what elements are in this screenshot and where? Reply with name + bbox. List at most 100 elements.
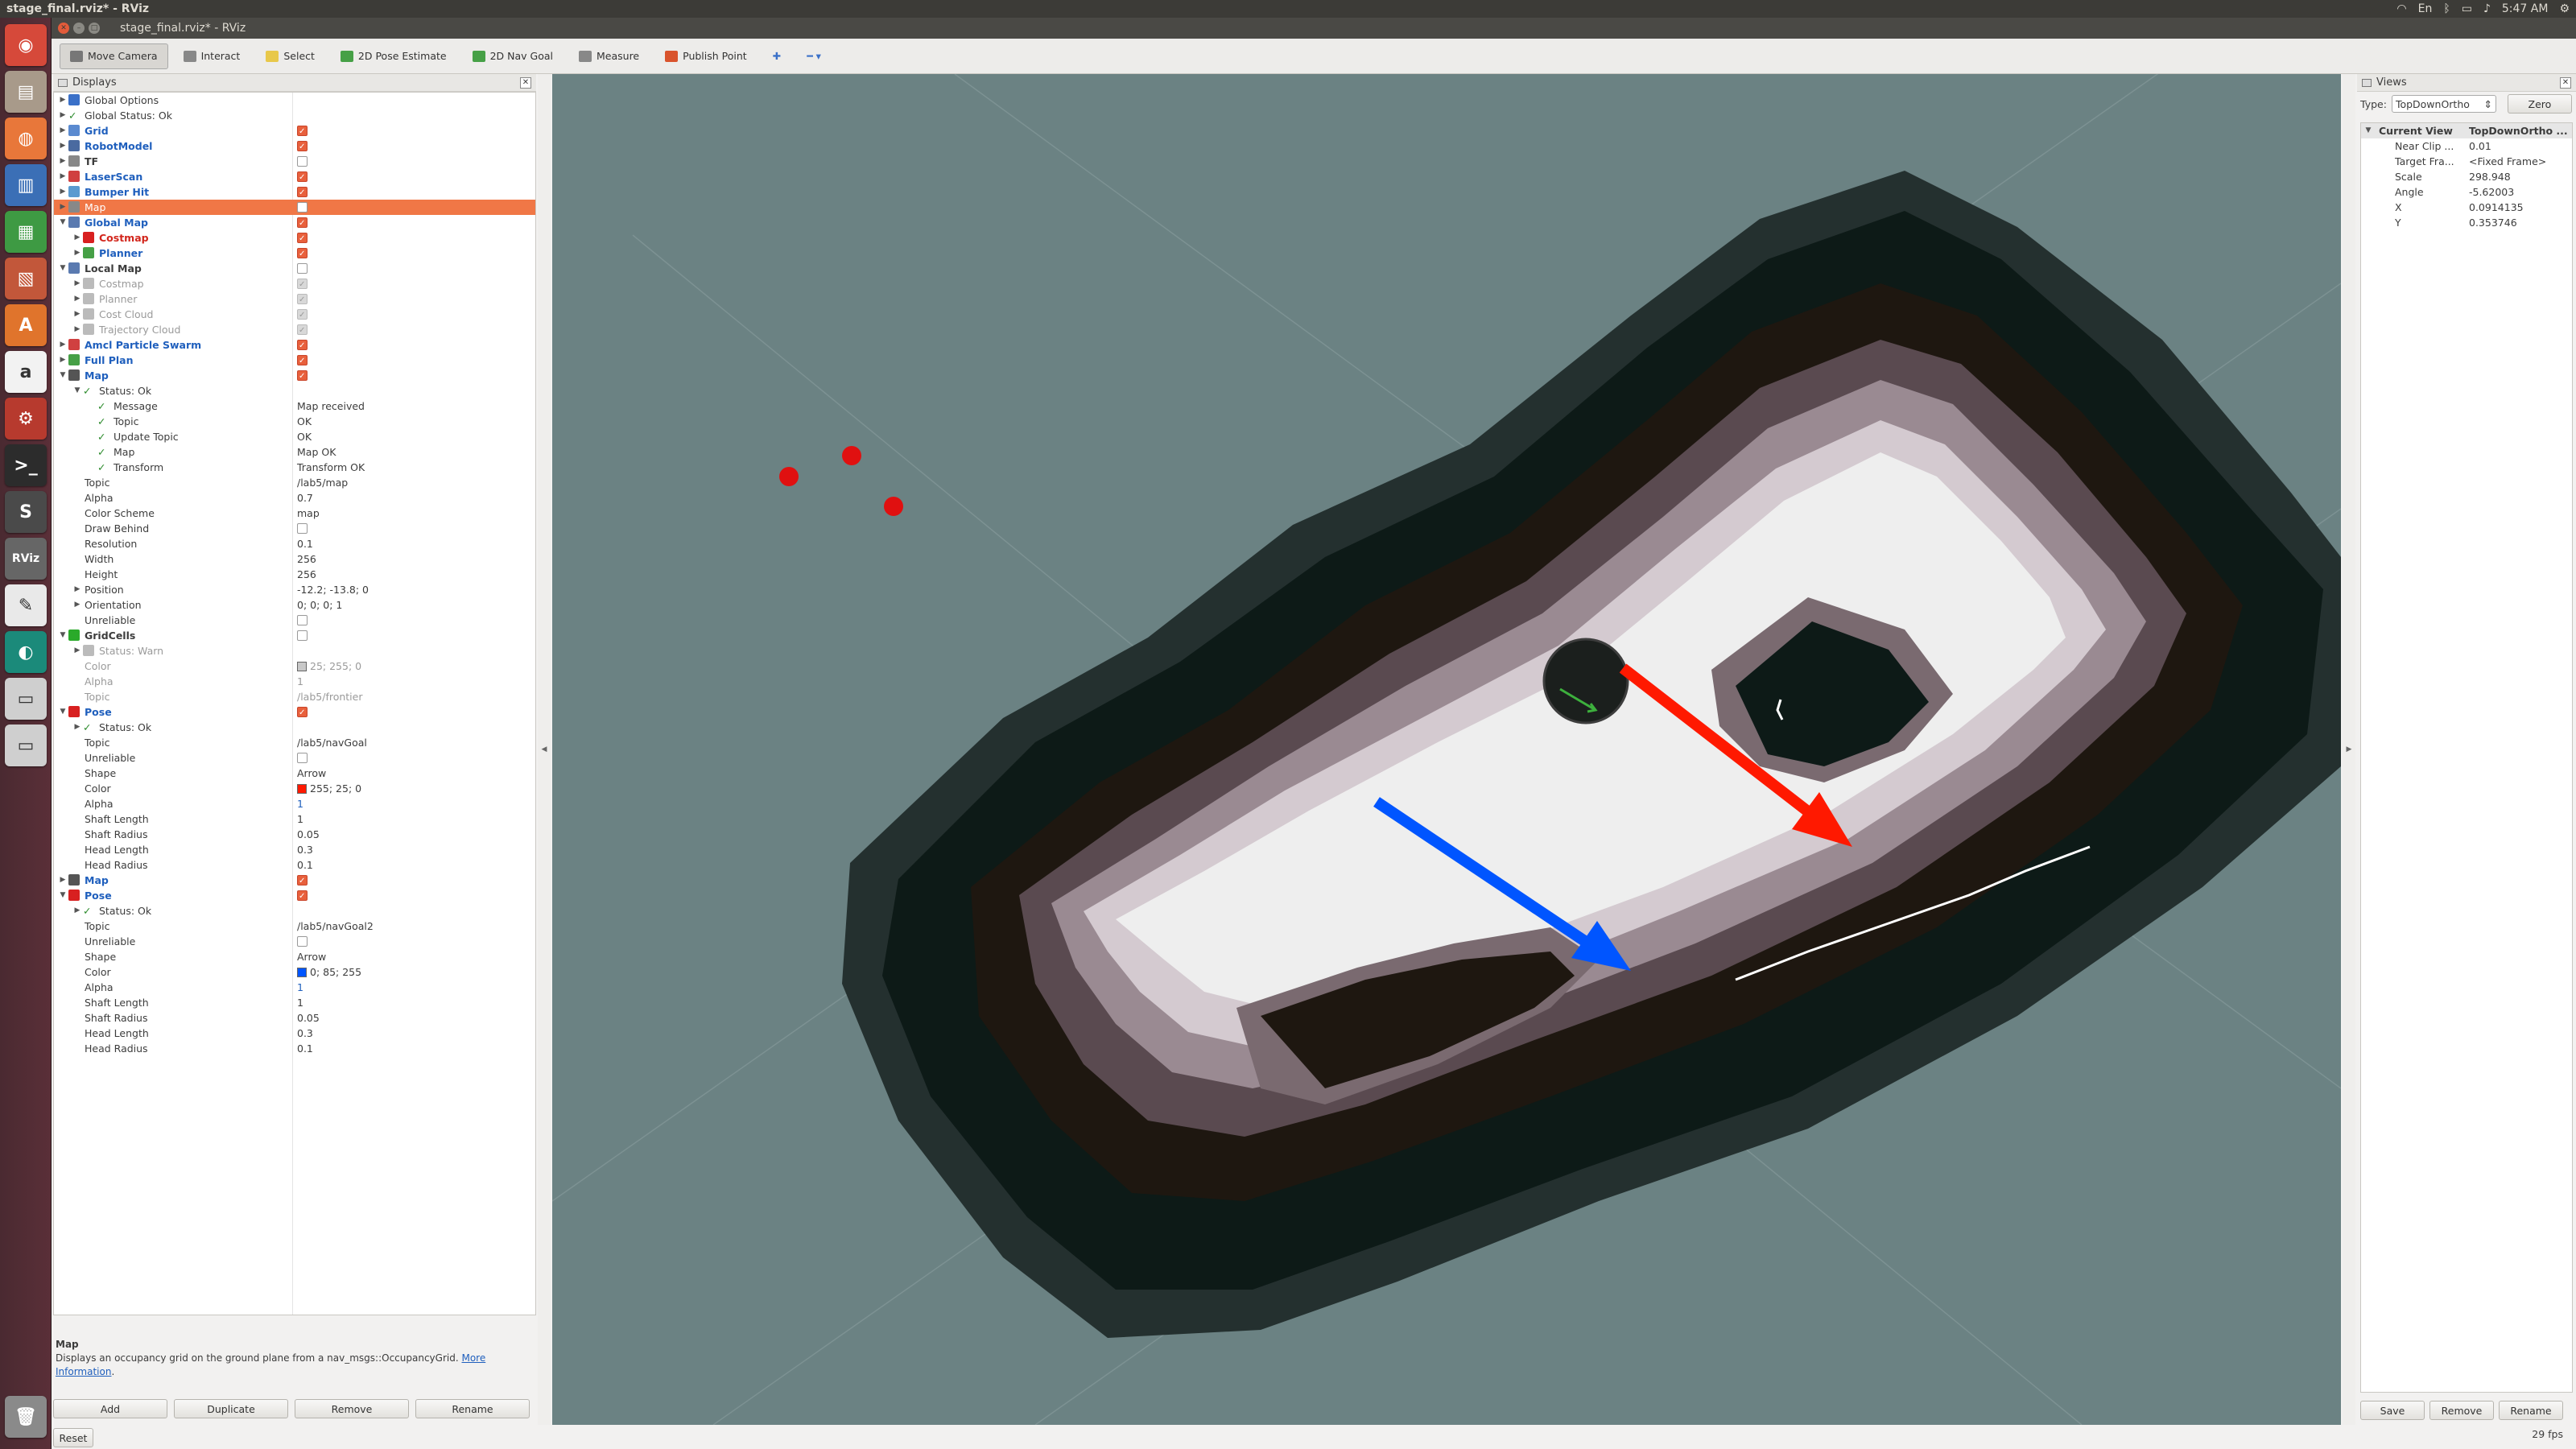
enable-checkbox[interactable] bbox=[297, 216, 308, 231]
enable-checkbox[interactable] bbox=[297, 292, 308, 308]
value-cell[interactable]: 25; 255; 0 bbox=[297, 658, 361, 674]
drive-icon[interactable]: ▭ bbox=[5, 678, 47, 720]
right-splitter[interactable]: ▶ bbox=[2343, 74, 2355, 1425]
save-button[interactable]: Save bbox=[2360, 1401, 2425, 1420]
property-value[interactable]: /lab5/frontier bbox=[297, 691, 362, 703]
display-row[interactable]: Alpha 1 bbox=[54, 674, 535, 689]
enable-checkbox[interactable] bbox=[297, 353, 308, 369]
value-cell[interactable]: /lab5/frontier bbox=[297, 689, 362, 704]
display-row[interactable]: ▼ Local Map bbox=[54, 261, 535, 276]
display-row[interactable]: ▶ TF bbox=[54, 154, 535, 169]
zero-button[interactable]: Zero bbox=[2507, 94, 2572, 114]
interact-tool[interactable]: Interact bbox=[173, 43, 251, 69]
dash-icon[interactable]: ◉ bbox=[5, 24, 47, 66]
enable-checkbox[interactable] bbox=[297, 170, 308, 185]
display-row[interactable]: Topic/lab5/map bbox=[54, 475, 535, 490]
display-row[interactable]: Shaft Radius 0.05 bbox=[54, 827, 535, 842]
value-cell[interactable]: OK bbox=[297, 429, 312, 444]
value-cell[interactable]: 0.1 bbox=[297, 1041, 313, 1056]
expand-arrow-icon[interactable]: ▶ bbox=[73, 291, 81, 307]
display-row[interactable]: ▶ Costmap bbox=[54, 230, 535, 246]
display-row[interactable]: ▼ Pose bbox=[54, 704, 535, 720]
view-property-row[interactable]: Angle -5.62003 bbox=[2361, 184, 2572, 200]
expand-arrow-icon[interactable]: ▶ bbox=[59, 873, 67, 888]
value-cell[interactable]: 0.3 bbox=[297, 1026, 313, 1041]
value-cell[interactable]: Map received bbox=[297, 398, 365, 414]
view-property-row[interactable]: Y 0.353746 bbox=[2361, 215, 2572, 230]
view-property-value[interactable]: 0.01 bbox=[2469, 138, 2491, 154]
collapse-arrow-icon[interactable]: ▼ bbox=[59, 261, 67, 276]
display-row[interactable]: Head Radius 0.1 bbox=[54, 857, 535, 873]
value-cell[interactable]: Arrow bbox=[297, 949, 326, 964]
select-tool[interactable]: Select bbox=[255, 43, 325, 69]
value-cell[interactable]: 0.7 bbox=[297, 490, 313, 506]
value-cell[interactable]: 0.1 bbox=[297, 536, 313, 551]
color-swatch[interactable] bbox=[297, 662, 307, 671]
property-value[interactable]: 0.1 bbox=[297, 538, 313, 550]
property-value[interactable]: map bbox=[297, 507, 320, 519]
color-swatch[interactable] bbox=[297, 784, 307, 794]
display-row[interactable]: Resolution 0.1 bbox=[54, 536, 535, 551]
value-cell[interactable]: 1 bbox=[297, 811, 303, 827]
value-cell[interactable]: OK bbox=[297, 414, 312, 429]
view-property-value[interactable]: 0.0914135 bbox=[2469, 200, 2524, 215]
enable-checkbox[interactable] bbox=[297, 338, 308, 353]
collapse-arrow-icon[interactable]: ▼ bbox=[59, 704, 67, 720]
display-row[interactable]: ▶ ✓ Global Status: Ok bbox=[54, 108, 535, 123]
3d-viewport[interactable] bbox=[552, 74, 2341, 1425]
display-row[interactable]: ✓ Transform Transform OK bbox=[54, 460, 535, 475]
display-row[interactable]: Head Radius 0.1 bbox=[54, 1041, 535, 1056]
minimize-icon[interactable]: – bbox=[73, 23, 85, 34]
display-row[interactable]: ▶ RobotModel bbox=[54, 138, 535, 155]
publish-point-tool[interactable]: Publish Point bbox=[654, 43, 758, 69]
value-cell[interactable]: 0.1 bbox=[297, 857, 313, 873]
display-row[interactable]: Topic/lab5/navGoal bbox=[54, 735, 535, 750]
value-cell[interactable]: 1 bbox=[297, 674, 303, 689]
display-row[interactable]: Height 256 bbox=[54, 567, 535, 582]
display-row[interactable]: Shaft Length 1 bbox=[54, 811, 535, 827]
value-cell[interactable]: Arrow bbox=[297, 766, 326, 781]
expand-arrow-icon[interactable]: ▶ bbox=[73, 643, 81, 658]
keyboard-icon[interactable]: En bbox=[2418, 2, 2433, 15]
expand-arrow-icon[interactable]: ▶ bbox=[73, 903, 81, 919]
views-remove-button[interactable]: Remove bbox=[2429, 1401, 2494, 1420]
calc-icon[interactable]: ▦ bbox=[5, 211, 47, 253]
gear-icon[interactable]: ⚙ bbox=[2559, 2, 2570, 15]
enable-checkbox[interactable] bbox=[297, 889, 308, 904]
view-property-value[interactable]: <Fixed Frame> bbox=[2469, 154, 2546, 169]
expand-arrow-icon[interactable]: ▶ bbox=[73, 582, 81, 597]
collapse-arrow-icon[interactable]: ▼ bbox=[59, 628, 67, 643]
display-row[interactable]: ▶ Planner bbox=[54, 291, 535, 308]
firefox-icon[interactable]: ◍ bbox=[5, 118, 47, 159]
display-row[interactable]: ▶ Orientation 0; 0; 0; 1 bbox=[54, 597, 535, 613]
value-cell[interactable]: 0; 85; 255 bbox=[297, 964, 361, 980]
display-row[interactable]: ✓ Message Map received bbox=[54, 398, 535, 414]
property-value[interactable]: Transform OK bbox=[297, 461, 365, 473]
display-row[interactable]: ▶ Grid bbox=[54, 123, 535, 139]
property-value[interactable]: 1 bbox=[297, 981, 303, 993]
move-camera-tool[interactable]: Move Camera bbox=[60, 43, 168, 69]
value-cell[interactable]: 0.05 bbox=[297, 827, 320, 842]
property-value[interactable]: 0.3 bbox=[297, 1027, 313, 1039]
terminal-icon[interactable]: >_ bbox=[5, 444, 47, 486]
rename-button[interactable]: Rename bbox=[415, 1399, 530, 1418]
display-row[interactable]: ▶ Trajectory Cloud bbox=[54, 322, 535, 338]
view-type-select[interactable]: TopDownOrtho ⇕ bbox=[2391, 95, 2496, 113]
software-center-icon[interactable]: A bbox=[5, 304, 47, 346]
display-row[interactable]: ▶ ✓ Status: Ok bbox=[54, 720, 535, 735]
expand-arrow-icon[interactable]: ▶ bbox=[73, 597, 81, 613]
expand-arrow-icon[interactable]: ▶ bbox=[73, 246, 81, 261]
amazon-icon[interactable]: a bbox=[5, 351, 47, 393]
view-property-value[interactable]: -5.62003 bbox=[2469, 184, 2514, 200]
value-cell[interactable]: /lab5/navGoal2 bbox=[297, 919, 374, 934]
display-row[interactable]: Unreliable bbox=[54, 750, 535, 766]
property-value[interactable]: 0.05 bbox=[297, 828, 320, 840]
property-value[interactable]: OK bbox=[297, 415, 312, 427]
display-row[interactable]: ▼ GridCells bbox=[54, 628, 535, 643]
display-row[interactable]: ▶ Amcl Particle Swarm bbox=[54, 337, 535, 353]
enable-checkbox[interactable] bbox=[297, 615, 308, 625]
enable-checkbox[interactable] bbox=[297, 523, 308, 534]
enable-checkbox[interactable] bbox=[297, 936, 308, 947]
property-value[interactable]: 256 bbox=[297, 553, 316, 565]
expand-arrow-icon[interactable]: ▶ bbox=[59, 337, 67, 353]
